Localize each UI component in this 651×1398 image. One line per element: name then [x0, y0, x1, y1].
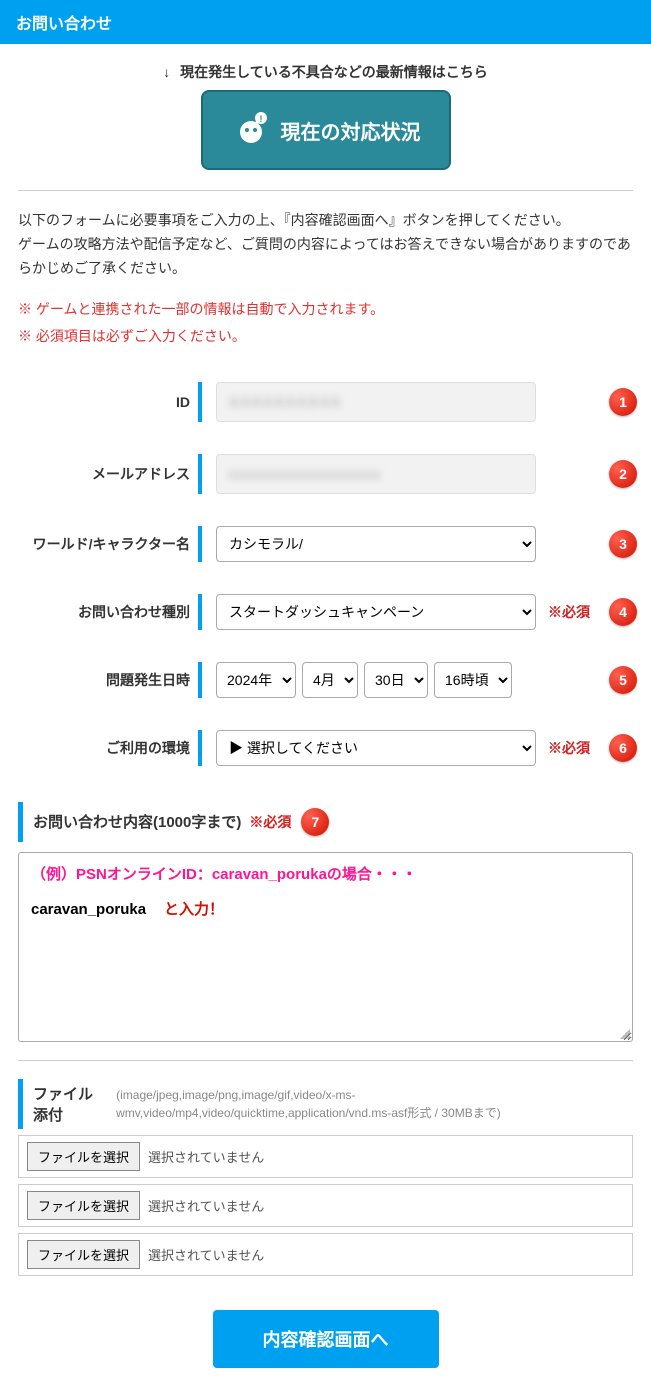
status-button[interactable]: ! 現在の対応状況 [201, 90, 451, 170]
id-value: XXXXXXXXXX [229, 394, 342, 410]
notice-row: ↓ 現在発生している不具合などの最新情報はこちら [0, 44, 651, 90]
category-label: お問い合わせ種別 [18, 602, 198, 622]
field-category: お問い合わせ種別 スタートダッシュキャンペーン ※必須 4 [18, 578, 633, 646]
field-bar [198, 382, 202, 422]
env-select[interactable]: ▶ 選択してください [216, 730, 536, 766]
file-status: 選択されていません [148, 1196, 264, 1215]
notice-text: 現在発生している不具合などの最新情報はこちら [180, 64, 488, 80]
file-row-1: ファイルを選択 選択されていません [18, 1135, 633, 1178]
page-title: お問い合わせ [16, 16, 112, 33]
badge-7: 7 [301, 808, 329, 836]
id-label: ID [18, 394, 198, 410]
attach-section-title: ファイル添付 (image/jpeg,image/png,image/gif,v… [18, 1079, 633, 1129]
content-textarea[interactable]: （例）PSNオンラインID：caravan_porukaの場合・・・ carav… [18, 852, 633, 1042]
field-bar [198, 526, 202, 562]
mascot-icon: ! [231, 110, 271, 150]
page-header: お問い合わせ [0, 0, 651, 44]
example-value: caravan_poruka [31, 901, 146, 918]
badge-3: 3 [609, 530, 637, 558]
instructions-line2: ゲームの攻略方法や配信予定など、ご質問の内容によってはお答えできない場合がありま… [18, 233, 633, 281]
field-bar [198, 730, 202, 766]
badge-6: 6 [609, 734, 637, 762]
email-input: xxxxxxxxxxxxxxxxx [216, 454, 536, 494]
attach-hint: (image/jpeg,image/png,image/gif,video/x-… [116, 1086, 623, 1122]
file-status: 選択されていません [148, 1245, 264, 1264]
down-arrow-icon: ↓ [163, 64, 170, 80]
badge-5: 5 [609, 666, 637, 694]
required-label: ※必須 [548, 602, 590, 622]
submit-button[interactable]: 内容確認画面へ [213, 1310, 439, 1368]
field-world: ワールド/キャラクター名 カシモラル/ 3 [18, 510, 633, 578]
example-hint: と入力！ [164, 901, 224, 918]
required-label: ※必須 [548, 738, 590, 758]
category-select[interactable]: スタートダッシュキャンペーン [216, 594, 536, 630]
env-label: ご利用の環境 [18, 738, 198, 758]
hour-select[interactable]: 16時頃 [434, 662, 512, 698]
date-label: 問題発生日時 [18, 670, 198, 690]
file-choose-button[interactable]: ファイルを選択 [27, 1142, 140, 1171]
badge-2: 2 [609, 460, 637, 488]
world-select[interactable]: カシモラル/ [216, 526, 536, 562]
year-select[interactable]: 2024年 [216, 662, 296, 698]
field-bar [198, 662, 202, 698]
red-notes: ※ ゲームと連携された一部の情報は自動で入力されます。 ※ 必須項目は必ずご入力… [0, 288, 651, 365]
divider [18, 1060, 633, 1061]
field-id: ID XXXXXXXXXX 1 [18, 366, 633, 438]
svg-text:!: ! [259, 114, 262, 124]
world-label: ワールド/キャラクター名 [18, 534, 198, 554]
id-input: XXXXXXXXXX [216, 382, 536, 422]
instructions-line1: 以下のフォームに必要事項をご入力の上、『内容確認画面へ』ボタンを押してください。 [18, 209, 633, 233]
attach-title: ファイル添付 [33, 1083, 106, 1125]
red-note-2: ※ 必須項目は必ずご入力ください。 [18, 323, 633, 350]
red-note-1: ※ ゲームと連携された一部の情報は自動で入力されます。 [18, 296, 633, 323]
file-status: 選択されていません [148, 1147, 264, 1166]
badge-1: 1 [609, 388, 637, 416]
day-select[interactable]: 30日 [364, 662, 428, 698]
status-button-label: 現在の対応状況 [281, 116, 421, 145]
field-bar [198, 454, 202, 494]
content-section-title: お問い合わせ内容(1000字まで) ※必須 7 [18, 802, 633, 842]
field-date: 問題発生日時 2024年 4月 30日 16時頃 5 [18, 646, 633, 714]
file-row-3: ファイルを選択 選択されていません [18, 1233, 633, 1276]
instructions: 以下のフォームに必要事項をご入力の上、『内容確認画面へ』ボタンを押してください。… [0, 191, 651, 288]
file-row-2: ファイルを選択 選択されていません [18, 1184, 633, 1227]
required-label: ※必須 [249, 812, 291, 832]
email-label: メールアドレス [18, 464, 198, 484]
email-value: xxxxxxxxxxxxxxxxx [229, 466, 382, 482]
file-choose-button[interactable]: ファイルを選択 [27, 1191, 140, 1220]
badge-4: 4 [609, 598, 637, 626]
field-email: メールアドレス xxxxxxxxxxxxxxxxx 2 [18, 438, 633, 510]
field-env: ご利用の環境 ▶ 選択してください ※必須 6 [18, 714, 633, 782]
month-select[interactable]: 4月 [302, 662, 358, 698]
form-area: ID XXXXXXXXXX 1 メールアドレス xxxxxxxxxxxxxxxx… [0, 366, 651, 1398]
file-choose-button[interactable]: ファイルを選択 [27, 1240, 140, 1269]
content-title: お問い合わせ内容(1000字まで) [33, 811, 241, 832]
example-line: （例）PSNオンラインID：caravan_porukaの場合・・・ [31, 863, 620, 884]
field-bar [198, 594, 202, 630]
